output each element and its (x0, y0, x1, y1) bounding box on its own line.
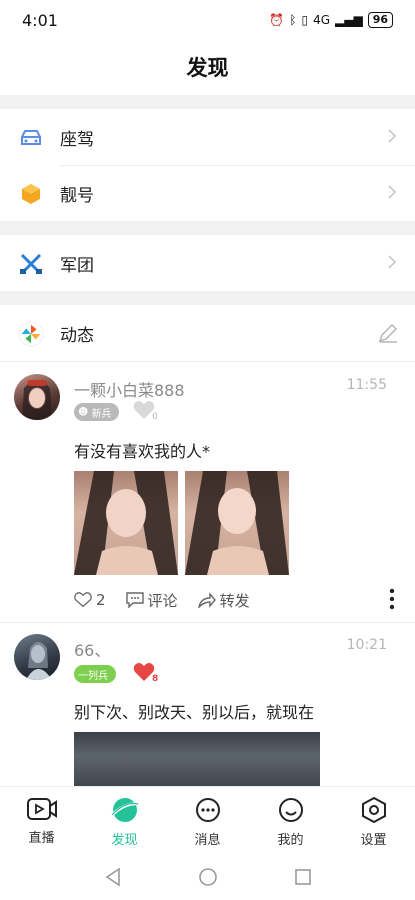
avatar[interactable] (14, 374, 60, 420)
username[interactable]: 一颗小白菜888 (74, 377, 185, 401)
rank-badge: 一列兵 (74, 665, 116, 683)
system-nav-bar (0, 854, 415, 900)
comment-icon (125, 592, 144, 608)
menu-item-pretty-number[interactable]: 靓号 (0, 166, 415, 221)
home-circle-icon[interactable] (198, 867, 218, 887)
post-photo[interactable] (74, 471, 178, 575)
vibrate-icon: ▯ (301, 13, 309, 27)
tab-label: 直播 (28, 831, 55, 846)
menu-item-label: 座驾 (60, 130, 94, 150)
share-arrow-icon (197, 592, 216, 608)
menu-item-legion[interactable]: 军团 (0, 236, 415, 291)
post-photo[interactable] (74, 732, 320, 786)
tab-label: 我的 (277, 833, 304, 848)
badge-label: 新兵 (91, 408, 112, 420)
pinwheel-icon (18, 320, 44, 347)
status-bar: 4:01 ⏰ ᛒ ▯ 4G ▂▄▆ 96 (0, 0, 415, 40)
back-triangle-icon[interactable] (104, 867, 122, 887)
comment-label: 评论 (147, 591, 178, 610)
tab-live[interactable]: 直播 (0, 787, 83, 854)
page-title: 发现 (186, 56, 229, 80)
smile-icon (278, 798, 303, 822)
share-button[interactable]: 转发 (197, 590, 250, 611)
post-text: 别下次、别改天、别以后，就现在 (74, 703, 315, 722)
tab-settings[interactable]: 设置 (332, 787, 415, 854)
tab-label: 消息 (194, 833, 221, 848)
section-separator (0, 221, 415, 235)
username[interactable]: 66、 (74, 637, 110, 661)
chevron-right-icon (388, 255, 397, 269)
chevron-right-icon (388, 185, 397, 199)
crossed-guns-icon (18, 251, 44, 277)
like-heart-badge: 8 (133, 662, 159, 686)
settings-hex-icon (361, 796, 386, 824)
tab-me[interactable]: 我的 (249, 787, 332, 854)
chevron-right-icon (388, 129, 397, 143)
menu-item-moments[interactable]: 动态 (0, 306, 415, 361)
like-heart-badge: 0 (133, 400, 158, 424)
alarm-icon: ⏰ (269, 13, 285, 27)
comment-button[interactable]: 评论 (125, 590, 178, 611)
network-label: 4G (313, 13, 330, 27)
like-count: 2 (96, 591, 106, 609)
heart-count: 0 (152, 412, 158, 422)
tab-messages[interactable]: 消息 (166, 787, 249, 854)
feed-post[interactable]: 66、 10:21 一列兵 8 别下次、别改天、别以后，就现在 (0, 624, 415, 786)
section-separator (0, 95, 415, 109)
heart-count: 8 (152, 674, 159, 684)
status-icons: ⏰ ᛒ ▯ 4G ▂▄▆ 96 (269, 12, 393, 28)
like-button[interactable]: 2 (74, 591, 106, 609)
live-play-icon (26, 798, 57, 820)
smile-badge-icon: ☻ (78, 406, 89, 418)
section-separator (0, 291, 415, 305)
share-label: 转发 (219, 591, 250, 610)
post-text: 有没有喜欢我的人* (74, 442, 211, 461)
post-time: 11:55 (346, 377, 387, 393)
status-time: 4:01 (22, 10, 58, 30)
recent-apps-square-icon[interactable] (294, 868, 312, 886)
car-icon (18, 125, 44, 151)
menu-item-label: 军团 (60, 256, 94, 276)
more-options-icon[interactable] (389, 588, 395, 610)
bottom-tab-bar: 直播 发现 消息 我的 设置 (0, 786, 415, 854)
battery-level: 96 (367, 12, 393, 28)
bluetooth-icon: ᛒ (289, 13, 297, 27)
gem-icon (18, 181, 44, 207)
tab-discover[interactable]: 发现 (83, 787, 166, 854)
menu-item-label: 动态 (60, 326, 94, 346)
row-divider (0, 622, 415, 623)
tab-label: 设置 (360, 833, 387, 848)
heart-outline-icon (74, 592, 92, 608)
badge-label: 一列兵 (78, 670, 108, 682)
tab-label: 发现 (111, 833, 138, 848)
rank-badge: ☻ 新兵 (74, 403, 120, 421)
edit-pencil-icon[interactable] (377, 322, 399, 344)
message-icon (195, 798, 220, 822)
signal-icon: ▂▄▆ (335, 13, 363, 27)
discover-planet-icon (109, 798, 139, 822)
menu-item-car[interactable]: 座驾 (0, 110, 415, 165)
menu-item-label: 靓号 (60, 186, 94, 206)
feed-post[interactable]: 一颗小白菜888 11:55 ☻ 新兵 0 有没有喜欢我的人* 2 评论 转发 (0, 362, 415, 620)
post-photo[interactable] (185, 471, 289, 575)
post-time: 10:21 (346, 637, 387, 653)
avatar[interactable] (14, 634, 60, 680)
post-action-bar: 2 评论 转发 (74, 588, 270, 612)
